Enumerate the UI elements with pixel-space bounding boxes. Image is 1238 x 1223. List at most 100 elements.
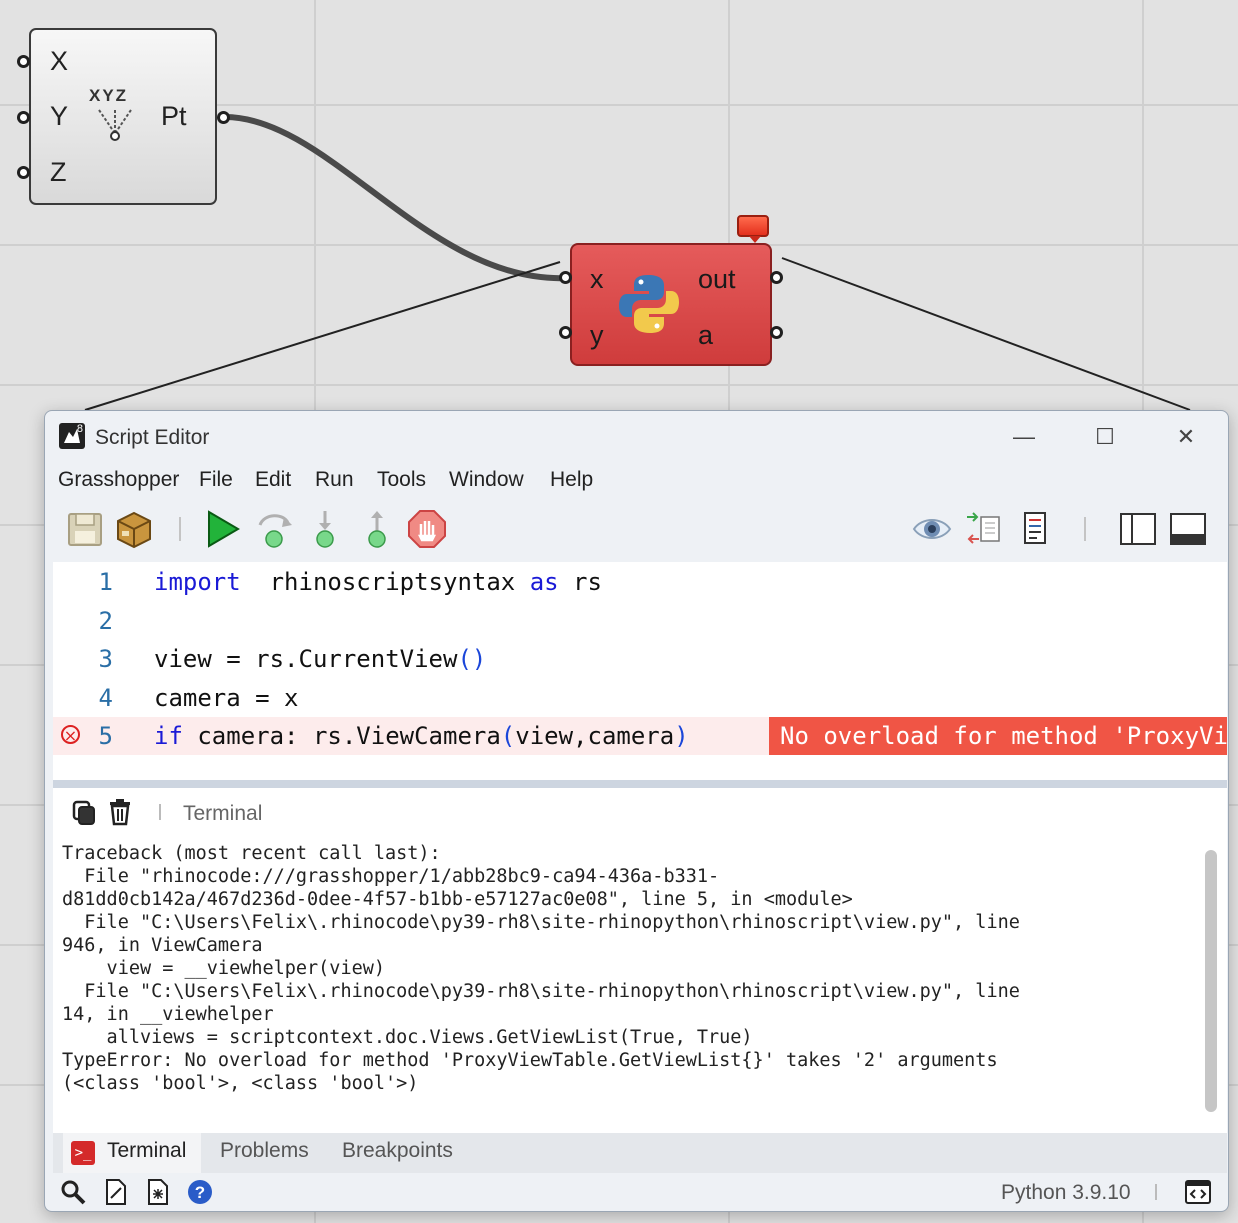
xyz-point-icon: XYZ	[87, 86, 143, 146]
terminal-line: 946, in ViewCamera	[62, 935, 263, 956]
menu-bar: Grasshopper File Edit Run Tools Window H…	[45, 463, 1228, 503]
line-number: 4	[98, 683, 113, 712]
terminal-line: allviews = scriptcontext.doc.Views.GetVi…	[62, 1027, 753, 1048]
input-z-port[interactable]	[17, 166, 30, 179]
code-view-icon[interactable]	[1184, 1179, 1212, 1205]
step-into-icon[interactable]	[305, 509, 345, 549]
py-input-x-port[interactable]	[559, 271, 572, 284]
error-flag-icon[interactable]	[737, 215, 769, 243]
terminal-header: Terminal	[53, 788, 1227, 836]
terminal-tab-icon: >_	[71, 1141, 95, 1165]
py-output-out-port[interactable]	[770, 271, 783, 284]
line-code: camera = x	[154, 683, 299, 712]
input-x-label: x	[590, 264, 604, 294]
toolbar-separator	[1084, 517, 1086, 541]
input-x-port[interactable]	[17, 55, 30, 68]
package-icon[interactable]	[114, 509, 154, 549]
step-over-icon[interactable]	[254, 509, 294, 549]
menu-help[interactable]: Help	[550, 468, 593, 492]
py-output-a-port[interactable]	[770, 326, 783, 339]
tab-breakpoints[interactable]: Breakpoints	[342, 1139, 453, 1163]
terminal-line: File "C:\Users\Felix\.rhinocode\py39-rh8…	[62, 981, 1020, 1002]
panel-splitter[interactable]	[53, 780, 1227, 788]
menu-grasshopper[interactable]: Grasshopper	[58, 468, 179, 492]
line-number: 2	[98, 606, 113, 635]
terminal-line: view = __viewhelper(view)	[62, 958, 386, 979]
terminal-line: (<class 'bool'>, <class 'bool'>)	[62, 1073, 419, 1094]
input-y-label: y	[590, 320, 604, 350]
terminal-line: File "C:\Users\Felix\.rhinocode\py39-rh8…	[62, 912, 1020, 933]
run-icon[interactable]	[202, 509, 242, 549]
terminal-panel: Terminal Traceback (most recent call las…	[53, 788, 1227, 1133]
error-icon: ×	[61, 725, 80, 745]
terminal-scrollbar[interactable]	[1205, 850, 1217, 1112]
line-code: view = rs.CurrentView()	[154, 645, 487, 673]
output-pt-label: Pt	[161, 101, 187, 131]
code-line[interactable]: 2	[53, 602, 1227, 640]
line-code: if camera: rs.ViewCamera(view,camera)	[154, 722, 689, 750]
preview-eye-icon[interactable]	[912, 509, 952, 549]
output-a-label: a	[698, 320, 714, 350]
line-number: 1	[98, 568, 113, 596]
new-file-icon[interactable]	[145, 1178, 171, 1206]
stop-icon[interactable]	[407, 509, 447, 549]
tab-problems[interactable]: Problems	[220, 1139, 309, 1163]
output-pt-port[interactable]	[217, 111, 230, 124]
menu-edit[interactable]: Edit	[255, 468, 291, 492]
terminal-line: File "rhinocode:///grasshopper/1/abb28bc…	[62, 866, 720, 887]
input-z-label: Z	[50, 157, 67, 187]
line-code: import rhinoscriptsyntax as rs	[154, 568, 602, 596]
terminal-line: Traceback (most recent call last):	[62, 843, 441, 864]
menu-tools[interactable]: Tools	[377, 468, 426, 492]
terminal-line: d81dd0cb142a/467d236d-0dee-4f57-b1bb-e57…	[62, 889, 853, 910]
document-icon[interactable]	[103, 1178, 129, 1206]
split-vertical-icon[interactable]	[1118, 509, 1158, 549]
construct-point-component[interactable]: X Y Z Pt XYZ	[29, 28, 217, 205]
compare-icon[interactable]	[963, 509, 1003, 549]
bottom-tab-bar: >_ Terminal Problems Breakpoints	[53, 1133, 1227, 1173]
svg-text:?: ?	[195, 1183, 205, 1202]
title-bar[interactable]: 8 Script Editor — ☐ ✕	[45, 411, 1228, 463]
window-title: Script Editor	[95, 426, 210, 449]
tab-terminal[interactable]: >_ Terminal	[63, 1133, 201, 1173]
inline-error-message: No overload for method 'ProxyViewTable.G…	[769, 717, 1227, 755]
code-line[interactable]: 1 import rhinoscriptsyntax as rs	[53, 563, 1227, 601]
minimize-button[interactable]: —	[1002, 419, 1046, 455]
maximize-button[interactable]: ☐	[1083, 419, 1127, 455]
code-line[interactable]: × 5 if camera: rs.ViewCamera(view,camera) N…	[53, 717, 1227, 755]
status-separator	[1155, 1184, 1157, 1200]
script-editor-window: 8 Script Editor — ☐ ✕ Grasshopper File E…	[44, 410, 1229, 1212]
code-line[interactable]: 3 view = rs.CurrentView()	[53, 640, 1227, 678]
header-separator	[159, 804, 161, 820]
output-out-label: out	[698, 264, 736, 294]
py-input-y-port[interactable]	[559, 326, 572, 339]
python-logo-icon	[619, 275, 679, 333]
line-number: 5	[98, 722, 113, 750]
menu-run[interactable]: Run	[315, 468, 354, 492]
code-editor[interactable]: 1 import rhinoscriptsyntax as rs 2 3 view = …	[53, 562, 1227, 780]
python-version[interactable]: Python 3.9.10	[1001, 1181, 1131, 1205]
menu-window[interactable]: Window	[449, 468, 524, 492]
split-horizontal-icon[interactable]	[1168, 509, 1208, 549]
trash-icon[interactable]	[107, 798, 133, 826]
close-button[interactable]: ✕	[1164, 419, 1208, 455]
wire-pt-to-x	[224, 114, 569, 282]
status-bar: ? Python 3.9.10	[45, 1173, 1228, 1211]
step-out-icon[interactable]	[357, 509, 397, 549]
tab-terminal-label: Terminal	[107, 1139, 187, 1162]
terminal-line: 14, in __viewhelper	[62, 1004, 274, 1025]
save-icon[interactable]	[65, 509, 105, 549]
code-line[interactable]: 4 camera = x	[53, 679, 1227, 717]
search-icon[interactable]	[59, 1178, 87, 1206]
outline-icon[interactable]	[1015, 509, 1055, 549]
copy-icon[interactable]	[71, 799, 99, 827]
help-icon[interactable]: ?	[186, 1178, 214, 1206]
input-y-port[interactable]	[17, 111, 30, 124]
python-script-component[interactable]: x y out a	[570, 243, 772, 366]
terminal-line: TypeError: No overload for method 'Proxy…	[62, 1050, 998, 1071]
terminal-output[interactable]: Traceback (most recent call last): File …	[62, 842, 1202, 1095]
input-y-label: Y	[50, 101, 69, 131]
view-line-right	[781, 257, 1191, 411]
terminal-title: Terminal	[183, 802, 263, 825]
menu-file[interactable]: File	[199, 468, 233, 492]
